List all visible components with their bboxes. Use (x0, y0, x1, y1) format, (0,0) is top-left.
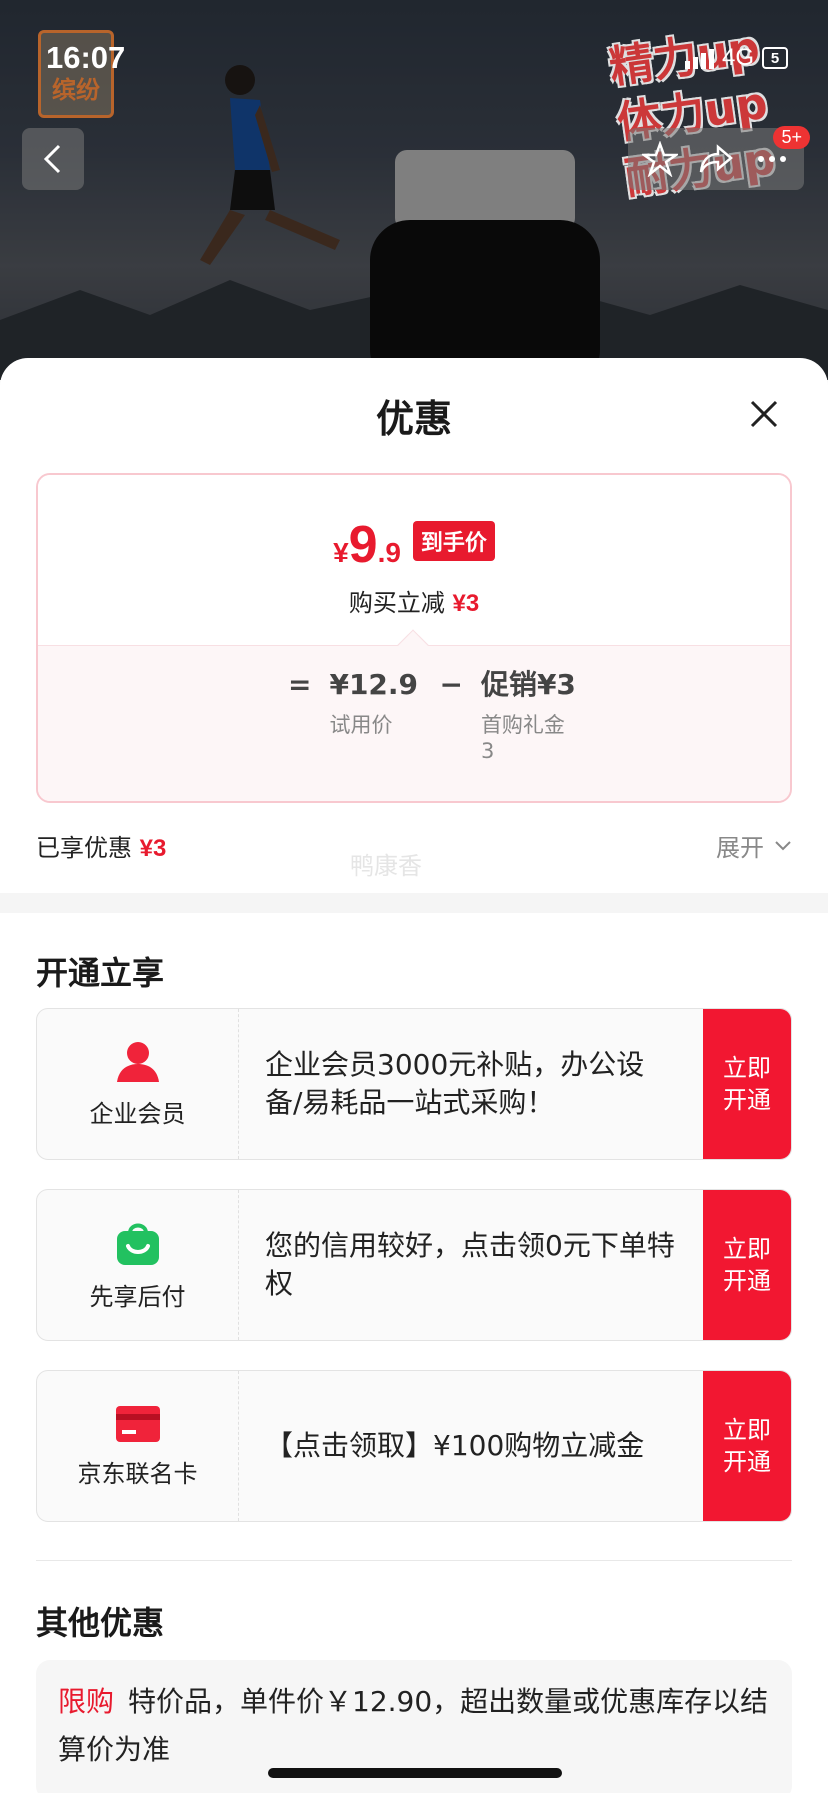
open-card-left: 企业会员 (37, 1009, 239, 1159)
credit-card-icon (115, 1405, 160, 1442)
reduce-line: 购买立减 ¥3 (38, 583, 790, 618)
home-indicator[interactable] (268, 1768, 562, 1778)
signal-icon (684, 47, 714, 69)
open-section-title: 开通立享 (36, 954, 165, 992)
open-item-name: 企业会员 (89, 1099, 186, 1128)
discount-sheet: 优惠 ¥ 9 .9 到手价 购买立减 ¥3 = ¥12.9 试用价 − 促销¥3… (0, 358, 828, 1793)
limit-tag: 限购 (58, 1685, 115, 1718)
base-price-value: ¥12.9 (329, 668, 419, 701)
expand-button[interactable]: 展开 (716, 828, 792, 863)
open-card-left: 京东联名卡 (37, 1371, 239, 1521)
final-price: ¥ 9 .9 到手价 (38, 515, 790, 575)
enjoyed-discount: 已享优惠 ¥3 (36, 828, 166, 863)
watermark-text: 鸭康香 (350, 852, 422, 880)
open-item-desc: 企业会员3000元补贴，办公设备/易耗品一站式采购！ (265, 1048, 645, 1119)
share-icon[interactable] (698, 141, 734, 177)
section-divider (0, 893, 828, 913)
promo-value: 促销¥3 (480, 668, 576, 701)
open-card-jd-card[interactable]: 京东联名卡 【点击领取】¥100购物立减金 立即开通 (36, 1370, 792, 1522)
chevron-left-icon (43, 144, 61, 174)
final-price-tag: 到手价 (412, 521, 495, 561)
open-now-button[interactable]: 立即开通 (703, 1009, 791, 1159)
currency-symbol: ¥ (333, 537, 349, 568)
price-formula: = ¥12.9 试用价 − 促销¥3 首购礼金3 (288, 668, 576, 764)
expand-label: 展开 (716, 834, 764, 862)
price-breakdown-card: ¥ 9 .9 到手价 购买立减 ¥3 = ¥12.9 试用价 − 促销¥3 首购… (36, 473, 792, 803)
final-price-area: ¥ 9 .9 到手价 购买立减 ¥3 (38, 475, 790, 645)
other-section-title: 其他优惠 (36, 1604, 165, 1642)
sheet-title: 优惠 (375, 397, 452, 441)
promo-item: 促销¥3 首购礼金3 (481, 668, 576, 764)
open-item-desc: 您的信用较好，点击领0元下单特权 (265, 1229, 675, 1300)
open-item-name: 先享后付 (89, 1282, 186, 1311)
status-time: 16:07 (46, 40, 126, 75)
back-button[interactable] (22, 128, 84, 190)
base-price-item: ¥12.9 试用价 (329, 668, 421, 738)
open-card-pay-later[interactable]: 先享后付 您的信用较好，点击领0元下单特权 立即开通 (36, 1189, 792, 1341)
battery-icon: 5 (762, 47, 788, 69)
open-card-left: 先享后付 (37, 1190, 239, 1340)
other-discount-text: 特价品，单件价￥12.90，超出数量或优惠库存以结算价为准 (58, 1685, 769, 1766)
reduce-label: 购买立减 (348, 589, 445, 617)
open-card-enterprise[interactable]: 企业会员 企业会员3000元补贴，办公设备/易耗品一站式采购！ 立即开通 (36, 1008, 792, 1160)
enjoyed-value: ¥3 (139, 835, 167, 862)
status-indicators: 4G 5 (684, 44, 788, 72)
enjoyed-label: 已享优惠 (36, 834, 132, 862)
divider-line (36, 1560, 792, 1561)
shopping-bag-icon (116, 1223, 159, 1265)
network-label: 4G (721, 44, 754, 71)
open-item-name: 京东联名卡 (77, 1459, 198, 1488)
close-icon[interactable] (744, 394, 784, 434)
star-icon[interactable] (642, 141, 678, 177)
minus-sign: − (439, 668, 463, 701)
open-item-desc: 【点击领取】¥100购物立减金 (265, 1429, 645, 1462)
price-integer: 9 (348, 516, 378, 574)
open-now-button[interactable]: 立即开通 (703, 1190, 791, 1340)
equals-sign: = (288, 668, 312, 701)
chevron-down-icon (775, 840, 791, 850)
price-formula-area: = ¥12.9 试用价 − 促销¥3 首购礼金3 (38, 629, 790, 801)
reduce-value: ¥3 (452, 590, 480, 617)
message-badge: 5+ (773, 126, 810, 149)
promo-label: 首购礼金3 (480, 713, 565, 763)
base-price-label: 试用价 (329, 713, 393, 737)
price-decimal: .9 (377, 537, 401, 568)
person-icon (116, 1041, 159, 1082)
open-now-button[interactable]: 立即开通 (703, 1371, 791, 1521)
